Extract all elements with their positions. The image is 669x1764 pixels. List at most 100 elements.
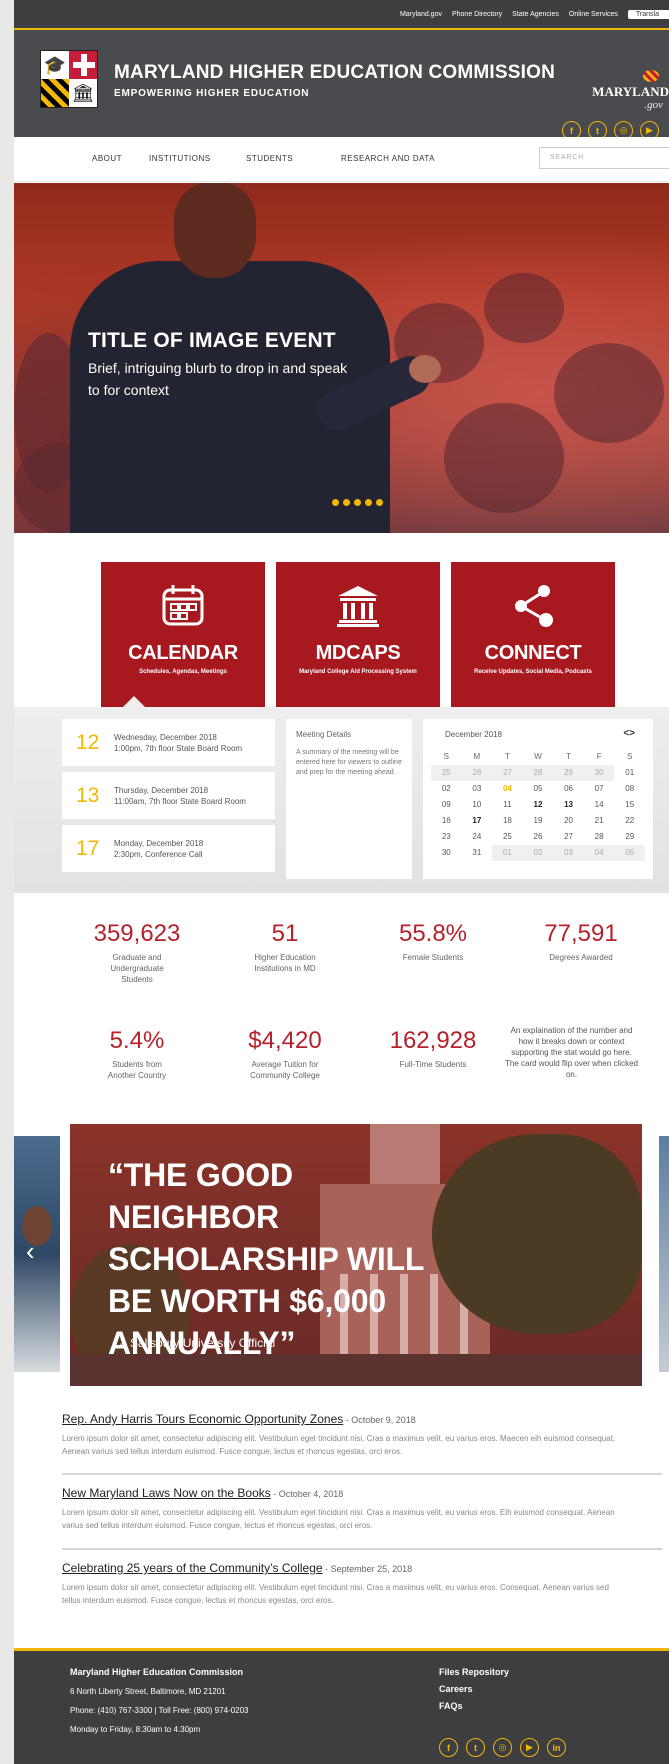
card-calendar[interactable]: CALENDAR Schedules, Agendas, Meetings <box>101 562 265 707</box>
calendar-day[interactable]: 07 <box>584 781 615 797</box>
calendar-day[interactable]: 22 <box>614 813 645 829</box>
calendar-day[interactable]: 31 <box>462 845 493 861</box>
calendar-day[interactable]: 14 <box>584 797 615 813</box>
stat-card[interactable]: 5.4% Students from Another Country <box>62 1027 212 1081</box>
calendar-day[interactable]: 18 <box>492 813 523 829</box>
maryland-gov-logo[interactable]: MARYLAND .gov <box>592 70 669 112</box>
calendar-day[interactable]: 03 <box>462 781 493 797</box>
utility-link-phone-directory[interactable]: Phone Directory <box>452 11 502 18</box>
calendar-day[interactable]: 05 <box>614 845 645 861</box>
card-mdcaps-subtitle: Maryland College Aid Processing System <box>299 669 417 675</box>
calendar-day[interactable]: 28 <box>522 765 554 781</box>
footer-link-careers[interactable]: Careers <box>439 1684 473 1694</box>
news-title-link[interactable]: Rep. Andy Harris Tours Economic Opportun… <box>62 1412 343 1426</box>
carousel-dot[interactable] <box>354 499 361 506</box>
calendar-day[interactable]: 21 <box>584 813 615 829</box>
calendar-day[interactable]: 12 <box>523 797 554 813</box>
calendar-day[interactable]: 13 <box>553 797 584 813</box>
stat-label: Graduate and Undergraduate Students <box>110 953 164 984</box>
utility-link-state-agencies[interactable]: State Agencies <box>512 11 559 18</box>
linkedin-icon[interactable]: in <box>547 1738 566 1757</box>
twitter-icon[interactable]: t <box>466 1738 485 1757</box>
calendar-grid: S M T W T F S 25 26 27 28 29 30 01 02 03 04 05 06 07 08 09 10 1… <box>431 749 645 861</box>
card-connect[interactable]: CONNECT Receive Updates, Social Media, P… <box>451 562 615 707</box>
nav-students[interactable]: STUDENTS <box>246 154 293 163</box>
translate-button[interactable]: Transla <box>627 9 669 19</box>
news-title-link[interactable]: New Maryland Laws Now on the Books <box>62 1486 271 1500</box>
event-item[interactable]: 12 Wednesday, December 2018 1:00pm, 7th … <box>62 719 275 766</box>
quote-slide[interactable]: “THE GOOD NEIGHBOR SCHOLARSHIP WILL BE W… <box>70 1124 642 1386</box>
carousel-dot[interactable] <box>365 499 372 506</box>
calendar-day[interactable]: 02 <box>431 781 462 797</box>
nav-research-and-data[interactable]: RESEARCH AND DATA <box>341 154 435 163</box>
calendar-day[interactable]: 25 <box>492 829 523 845</box>
carousel-dot[interactable] <box>332 499 339 506</box>
calendar-day[interactable]: 29 <box>614 829 645 845</box>
utility-link-maryland-gov[interactable]: Maryland.gov <box>400 11 442 18</box>
facebook-icon[interactable]: f <box>439 1738 458 1757</box>
maryland-flag-icon <box>643 70 659 82</box>
mhec-logo[interactable]: 🎓 🏛 <box>40 50 98 108</box>
quote-attribution: – Salisbury University Official <box>120 1336 276 1350</box>
stat-card[interactable]: 77,591 Degrees Awarded <box>506 920 656 963</box>
calendar-day[interactable]: 19 <box>523 813 554 829</box>
calendar-day[interactable]: 26 <box>461 765 493 781</box>
calendar-day[interactable]: 01 <box>614 765 645 781</box>
calendar-day[interactable]: 04 <box>492 781 523 797</box>
search-input[interactable]: SEARCH <box>539 147 669 169</box>
stat-card[interactable]: 51 Higher Education Institutions in MD <box>210 920 360 974</box>
calendar-day[interactable]: 29 <box>553 765 584 781</box>
event-item[interactable]: 17 Monday, December 2018 2:30pm, Confere… <box>62 825 275 872</box>
site-footer: Maryland Higher Education Commission 6 N… <box>14 1648 669 1764</box>
prev-slide-preview[interactable]: ‹ <box>14 1136 60 1372</box>
footer-link-files-repository[interactable]: Files Repository <box>439 1667 509 1677</box>
youtube-icon[interactable]: ▶ <box>520 1738 539 1757</box>
calendar-day[interactable]: 08 <box>614 781 645 797</box>
graduation-cap-icon: 🎓 <box>41 51 69 79</box>
calendar-day[interactable]: 28 <box>584 829 615 845</box>
calendar-day[interactable]: 27 <box>553 829 584 845</box>
calendar-day[interactable]: 01 <box>492 845 523 861</box>
calendar-day[interactable]: 11 <box>492 797 523 813</box>
carousel-dot[interactable] <box>343 499 350 506</box>
calendar-day[interactable]: 02 <box>522 845 554 861</box>
calendar-day[interactable]: 10 <box>462 797 493 813</box>
stat-card[interactable]: $4,420 Average Tuition for Community Col… <box>210 1027 360 1081</box>
calendar-day[interactable]: 30 <box>431 845 462 861</box>
card-mdcaps[interactable]: MDCAPS Maryland College Aid Processing S… <box>276 562 440 707</box>
utility-link-online-services[interactable]: Online Services <box>569 11 618 18</box>
maryland-wordmark: MARYLAND <box>592 84 669 99</box>
hero-carousel[interactable]: TITLE OF IMAGE EVENT Brief, intriguing b… <box>14 183 669 533</box>
stat-card[interactable]: 55.8% Female Students <box>358 920 508 963</box>
calendar-day[interactable]: 15 <box>614 797 645 813</box>
calendar-day[interactable]: 24 <box>462 829 493 845</box>
stat-card[interactable]: 359,623 Graduate and Undergraduate Stude… <box>62 920 212 985</box>
calendar-day[interactable]: 20 <box>553 813 584 829</box>
calendar-nav-arrows[interactable]: <> <box>623 728 635 739</box>
event-item[interactable]: 13 Thursday, December 2018 11:00am, 7th … <box>62 772 275 819</box>
calendar-day[interactable]: 23 <box>431 829 462 845</box>
chevron-left-icon[interactable]: ‹ <box>26 1236 35 1267</box>
calendar-day[interactable]: 27 <box>492 765 523 781</box>
footer-link-faqs[interactable]: FAQs <box>439 1701 463 1711</box>
stat-card[interactable]: 162,928 Full-Time Students <box>358 1027 508 1070</box>
calendar-day[interactable]: 05 <box>523 781 554 797</box>
calendar-day[interactable]: 06 <box>553 781 584 797</box>
calendar-day[interactable]: 25 <box>431 765 462 781</box>
nav-institutions[interactable]: INSTITUTIONS <box>149 154 211 163</box>
instagram-icon[interactable]: ◎ <box>493 1738 512 1757</box>
news-date: - October 9, 2018 <box>343 1415 416 1425</box>
calendar-day[interactable]: 03 <box>553 845 584 861</box>
nav-about[interactable]: ABOUT <box>92 154 122 163</box>
carousel-dot[interactable] <box>376 499 383 506</box>
calendar-day[interactable]: 09 <box>431 797 462 813</box>
calendar-day[interactable]: 30 <box>583 765 615 781</box>
site-title[interactable]: MARYLAND HIGHER EDUCATION COMMISSION <box>114 62 555 84</box>
calendar-day[interactable]: 17 <box>462 813 493 829</box>
calendar-day[interactable]: 04 <box>583 845 615 861</box>
news-title-link[interactable]: Celebrating 25 years of the Community’s … <box>62 1561 323 1575</box>
calendar-day[interactable]: 16 <box>431 813 462 829</box>
footer-org-name: Maryland Higher Education Commission <box>70 1667 244 1677</box>
calendar-day[interactable]: 26 <box>523 829 554 845</box>
next-slide-preview[interactable] <box>659 1136 669 1372</box>
